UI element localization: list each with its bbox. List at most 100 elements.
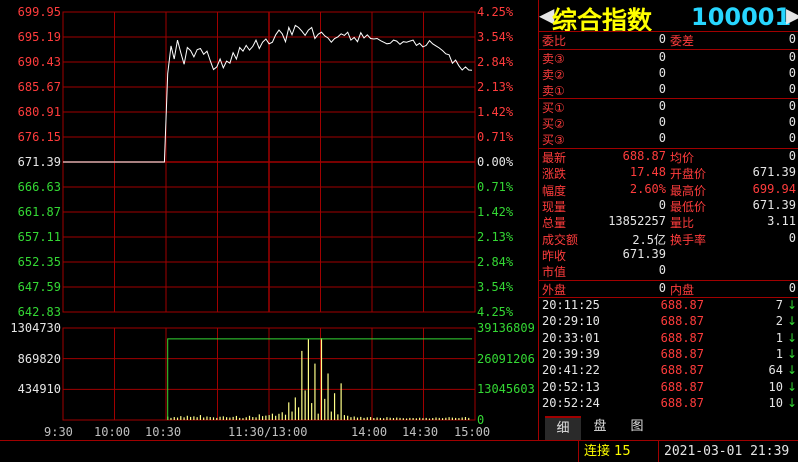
quote-stat-row: 市值 0 <box>539 263 798 279</box>
volume-axis-label: 869820 <box>17 351 61 366</box>
tick-price: 688.87 <box>660 379 704 394</box>
tick-price: 688.87 <box>660 330 704 345</box>
buy-level-label: 买① <box>542 101 565 115</box>
tick-time: 20:39:39 <box>542 346 600 361</box>
security-code: 100001 <box>691 3 792 31</box>
down-arrow-icon: ↓ <box>787 298 798 312</box>
stat-label: 现量 <box>542 199 567 214</box>
tick-volume: 1 <box>775 330 783 345</box>
tick-row: 20:52:13 688.87 10 ↓ <box>539 380 798 396</box>
tick-volume: 10 <box>768 395 783 410</box>
tick-time: 20:52:24 <box>542 395 600 410</box>
percent-axis-label: 1.42% <box>477 105 514 119</box>
price-axis-label: 676.15 <box>17 130 61 144</box>
price-axis-label: 685.67 <box>17 80 61 94</box>
quote-stat-row: 总量 13852257 量比 3.11 <box>539 214 798 230</box>
cumulative-volume-line <box>167 338 472 420</box>
sell-level-row: 卖① 0 0 <box>539 82 798 98</box>
down-arrow-icon: ↓ <box>787 346 798 361</box>
stat-value: 671.39 <box>752 165 796 180</box>
stat-label: 幅度 <box>542 183 567 198</box>
tick-time: 20:41:22 <box>542 363 600 378</box>
neipan-value: 0 <box>788 281 796 295</box>
time-axis-label: 15:00 <box>454 425 491 439</box>
price-axis-label: 695.19 <box>17 30 61 44</box>
price-axis-label: 690.43 <box>17 55 61 69</box>
percent-axis-label: 2.13% <box>477 230 514 244</box>
tick-volume: 64 <box>768 363 783 378</box>
buy-level-price: 0 <box>658 99 666 113</box>
stat-value: 699.94 <box>752 181 796 196</box>
buy-level-price: 0 <box>658 115 666 129</box>
price-axis-label: 661.87 <box>17 205 61 219</box>
quote-panel: ◀ 综合指数 100001 ▶ 委比 0 委差 0 卖③ 0 0 卖② 0 0 卖① 0 0 买… <box>538 0 798 440</box>
sell-level-label: 卖① <box>542 84 565 98</box>
volume-axis-label: 1304730 <box>10 321 61 335</box>
buy-level-volume: 0 <box>788 99 796 113</box>
quote-title-bar: ◀ 综合指数 100001 ▶ <box>539 0 798 35</box>
sell-level-price: 0 <box>658 50 666 64</box>
tick-price: 688.87 <box>660 346 704 361</box>
tick-row: 20:29:10 688.87 2 ↓ <box>539 314 798 330</box>
down-arrow-icon: ↓ <box>787 330 798 345</box>
tick-price: 688.87 <box>660 314 704 329</box>
percent-axis-label: 4.25% <box>477 305 514 319</box>
sell-level-volume: 0 <box>788 82 796 96</box>
stat-label: 成交额 <box>542 232 579 247</box>
quote-stat-row: 最新 688.87 均价 0 <box>539 149 798 165</box>
tab-detail[interactable]: 细 <box>545 416 581 440</box>
time-axis-label: 11:30/13:00 <box>228 425 308 439</box>
sell-level-label: 卖③ <box>542 52 565 66</box>
next-security-arrow[interactable]: ▶ <box>786 3 798 27</box>
weicha-label: 委差 <box>670 34 695 48</box>
stat-value: 17.48 <box>629 165 666 180</box>
buy-level-price: 0 <box>658 131 666 145</box>
percent-axis-label: 4.25% <box>477 5 514 19</box>
stat-value: 671.39 <box>752 197 796 212</box>
cum-volume-axis-label: 26091206 <box>477 351 535 366</box>
percent-axis-label: 3.54% <box>477 280 514 294</box>
down-arrow-icon: ↓ <box>787 395 798 410</box>
tick-volume: 2 <box>775 314 783 329</box>
stat-label: 昨收 <box>542 248 567 263</box>
sell-level-volume: 0 <box>788 66 796 80</box>
stat-value: 2.5亿 <box>632 232 666 247</box>
tab-chart[interactable]: 图 <box>619 416 655 438</box>
price-axis-label: 666.63 <box>17 180 61 194</box>
stat-label: 最低价 <box>670 199 707 214</box>
percent-axis-label: 2.13% <box>477 80 514 94</box>
status-bar: 连接 15 2021-03-01 21:39 <box>0 440 798 462</box>
sell-level-volume: 0 <box>788 50 796 64</box>
down-arrow-icon: ↓ <box>787 314 798 329</box>
price-axis-label: 652.35 <box>17 255 61 269</box>
stat-label: 最高价 <box>670 183 707 198</box>
intraday-chart[interactable] <box>0 0 538 440</box>
price-line <box>63 24 473 163</box>
price-axis-label: 642.83 <box>17 305 61 319</box>
tick-volume: 1 <box>775 346 783 361</box>
stat-label: 换手率 <box>670 232 707 247</box>
intraday-chart-area: 699.95 695.19 690.43 685.67 680.91 676.15 671.… <box>0 0 538 440</box>
tick-row: 20:39:39 688.87 1 ↓ <box>539 347 798 363</box>
weicha-value: 0 <box>788 32 796 46</box>
tick-time: 20:33:01 <box>542 330 600 345</box>
stat-value: 2.60% <box>629 181 666 196</box>
buy-level-row: 买③ 0 0 <box>539 131 798 147</box>
quote-stat-row: 现量 0 最低价 671.39 <box>539 198 798 214</box>
stat-value: 3.11 <box>767 214 796 229</box>
time-axis-label: 14:30 <box>402 425 439 439</box>
price-axis-label: 671.39 <box>17 155 61 169</box>
stat-label: 最新 <box>542 151 567 165</box>
sell-level-row: 卖③ 0 0 <box>539 50 798 66</box>
buy-level-label: 买③ <box>542 133 565 147</box>
quote-stat-row: 幅度 2.60% 最高价 699.94 <box>539 182 798 198</box>
tick-time: 20:11:25 <box>542 298 600 312</box>
tick-row: 20:41:22 688.87 64 ↓ <box>539 363 798 379</box>
time-axis-label: 9:30 <box>44 425 73 439</box>
tick-row: 20:11:25 688.87 7 ↓ <box>539 298 798 314</box>
cum-volume-axis-label: 39136809 <box>477 321 535 335</box>
tab-orderbook[interactable]: 盘 <box>582 416 618 438</box>
neipan-label: 内盘 <box>670 283 695 297</box>
price-axis-label: 699.95 <box>17 5 61 19</box>
stat-label: 市值 <box>542 265 567 280</box>
